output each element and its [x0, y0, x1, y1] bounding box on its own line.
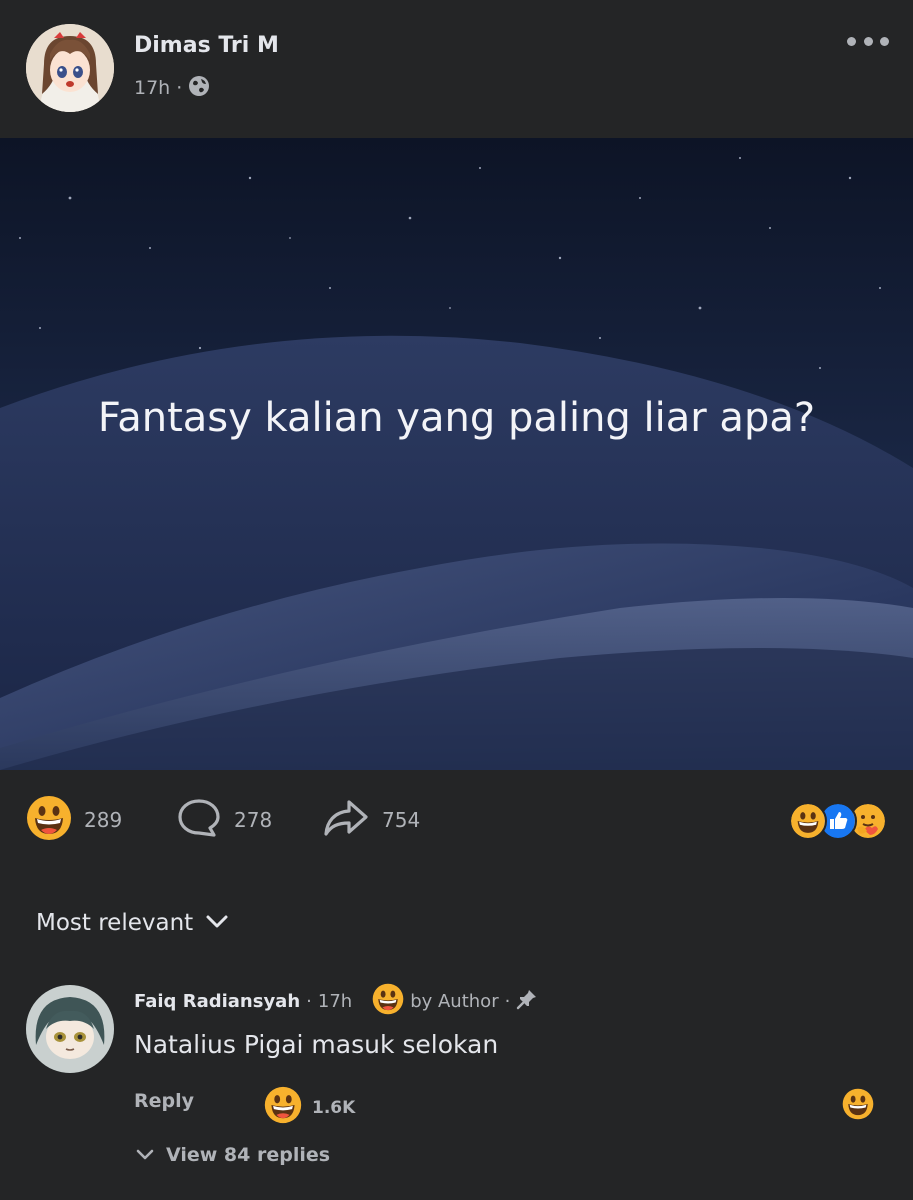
meta-separator: ·: [176, 77, 183, 99]
chevron-down-icon: [134, 1144, 156, 1166]
reactions-count: 289: [84, 808, 123, 832]
pin-separator: ·: [504, 990, 511, 1012]
view-replies-link[interactable]: View 84 replies: [134, 1144, 330, 1166]
comments-count: 278: [234, 808, 273, 832]
comment-actions: Reply 1.6K: [134, 1086, 874, 1125]
comment-separator: ·: [306, 990, 312, 1012]
comment-reaction-summary[interactable]: 1.6K: [264, 1086, 355, 1129]
author-reaction-label: by Author: [410, 990, 499, 1012]
author-avatar-image: [26, 24, 114, 112]
shares-count: 754: [382, 808, 421, 832]
post-timestamp[interactable]: 17h: [134, 77, 170, 99]
shares-summary[interactable]: 754: [322, 798, 421, 843]
post-image-text: Fantasy kalian yang paling liar apa?: [97, 395, 816, 441]
reaction-summary[interactable]: 289: [26, 795, 123, 840]
comment-text: Natalius Pigai masuk selokan: [134, 1030, 499, 1059]
react-button[interactable]: [842, 1088, 874, 1125]
chevron-down-icon: [205, 910, 229, 936]
grinning-face-icon: [264, 1086, 302, 1129]
pin-icon: [516, 988, 538, 1015]
share-icon: [322, 798, 370, 843]
post-author-name[interactable]: Dimas Tri M: [134, 33, 279, 58]
post-header: Dimas Tri M 17h ·: [0, 0, 913, 138]
grinning-face-icon: [372, 983, 404, 1020]
sort-label: Most relevant: [36, 910, 194, 936]
comment-sort-dropdown[interactable]: Most relevant: [36, 910, 229, 936]
globe-icon[interactable]: [188, 75, 210, 102]
comment-timestamp[interactable]: 17h: [318, 991, 352, 1012]
commenter-name[interactable]: Faiq Radiansyah: [134, 991, 300, 1012]
comment-header: Faiq Radiansyah · 17h by Author ·: [134, 983, 538, 1016]
grinning-face-icon: [789, 802, 827, 840]
comment-reaction-count: 1.6K: [312, 1097, 356, 1118]
post-meta: 17h ·: [134, 74, 210, 102]
reaction-types-stack[interactable]: [789, 802, 887, 840]
more-options-icon[interactable]: [847, 30, 889, 52]
reply-button[interactable]: Reply: [134, 1090, 194, 1112]
author-avatar[interactable]: [26, 24, 114, 112]
commenter-avatar[interactable]: [26, 985, 114, 1073]
view-replies-label: View 84 replies: [166, 1144, 331, 1166]
comment-icon: [176, 797, 222, 844]
commenter-avatar-image: [26, 985, 114, 1073]
post-image[interactable]: Fantasy kalian yang paling liar apa?: [0, 138, 913, 770]
comments-summary[interactable]: 278: [176, 798, 273, 840]
grinning-face-icon: [842, 1088, 874, 1120]
grinning-face-icon: [26, 795, 72, 846]
post-actions-bar: 289 278 754: [0, 790, 913, 850]
night-desert-background: [0, 138, 913, 770]
